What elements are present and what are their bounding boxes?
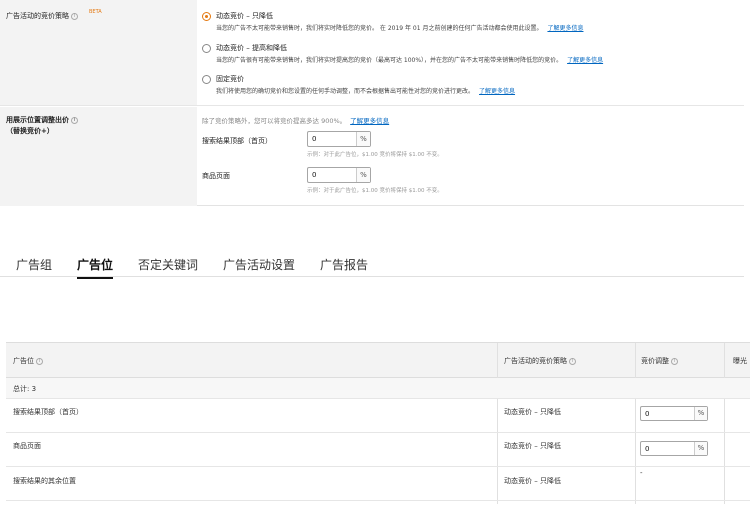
- placement-adjust-label-cell: 用展示位置调整出价 i （替换竞价+）: [0, 107, 197, 206]
- bidding-strategy-label-cell: 广告活动的竞价策略 i BETA: [0, 0, 197, 105]
- option-desc-text: 当您的广告很有可能带来销售时，我们将实时提高您的竞价（最高可达 100%），并在…: [216, 57, 563, 64]
- product-pages-label: 商品页面: [202, 172, 230, 180]
- bidding-strategy-row: 广告活动的竞价策略 i BETA 动态竞价 – 只降低 当您的广告不太可能带来销售…: [0, 0, 744, 106]
- bid-adjust-input[interactable]: 0 %: [640, 406, 708, 421]
- column-header-impressions[interactable]: 曝光: [733, 356, 747, 366]
- bidding-strategy-label: 广告活动的竞价策略 i: [6, 11, 78, 21]
- column-header-text: 竞价调整: [641, 357, 669, 365]
- placement-adjust-row: 用展示位置调整出价 i （替换竞价+） 除了竞价策略外，您可以将竞价提高多达 90…: [0, 107, 744, 206]
- option-title: 动态竞价 – 只降低: [216, 12, 273, 20]
- product-pages-percent-input[interactable]: 0 %: [307, 167, 371, 183]
- tab-placements[interactable]: 广告位: [77, 256, 114, 279]
- radio-fixed-bid[interactable]: [202, 75, 211, 84]
- column-header-text: 广告位: [13, 357, 34, 365]
- top-of-search-label: 搜索结果顶部（首页）: [202, 137, 272, 145]
- placement-table: 广告位 i 广告活动的竞价策略 i 竞价调整 i 曝光 总计: 3 搜索结果顶部（首页…: [6, 342, 750, 504]
- table-header: 广告位 i 广告活动的竞价策略 i 竞价调整 i 曝光: [6, 343, 750, 378]
- percent-suffix: %: [694, 407, 707, 420]
- option-title: 动态竞价 – 提高和降低: [216, 44, 287, 52]
- table-row: 商品页面 动态竞价 – 只降低 0 %: [6, 433, 750, 467]
- option-title: 固定竞价: [216, 75, 244, 83]
- tab-ad-reports[interactable]: 广告报告: [320, 256, 368, 273]
- bidding-settings-panel: 广告活动的竞价策略 i BETA 动态竞价 – 只降低 当您的广告不太可能带来销售…: [0, 0, 744, 206]
- table-total-row: 总计: 3: [6, 378, 750, 399]
- radio-dynamic-down-only[interactable]: [202, 12, 211, 21]
- placement-adjust-help: 除了竞价策略外，您可以将竞价提高多达 900%。 了解更多信息: [202, 115, 389, 125]
- bidding-strategy-label-text: 广告活动的竞价策略: [6, 12, 69, 20]
- product-pages-example: 示例：对于此广告位，$1.00 竞价将保持 $1.00 不变。: [307, 188, 443, 194]
- column-header-text: 广告活动的竞价策略: [504, 357, 567, 365]
- info-icon[interactable]: i: [71, 116, 78, 124]
- table-row: 搜索结果顶部（首页） 动态竞价 – 只降低 0 %: [6, 399, 750, 433]
- campaign-tabs: 广告组 广告位 否定关键词 广告活动设置 广告报告: [0, 252, 744, 279]
- option-desc-text: 当您的广告不太可能带来销售时，我们将实时降低您的竞价。 在 2019 年 01 …: [216, 25, 543, 32]
- input-value: 0: [312, 135, 317, 143]
- tab-ad-groups[interactable]: 广告组: [16, 256, 52, 273]
- percent-suffix: %: [694, 442, 707, 455]
- placement-strategy: 动态竞价 – 只降低: [504, 408, 561, 416]
- placement-name: 搜索结果顶部（首页）: [13, 408, 83, 416]
- column-header-strategy[interactable]: 广告活动的竞价策略 i: [504, 356, 576, 366]
- input-value: 0: [312, 171, 317, 179]
- bid-adjust-input[interactable]: 0 %: [640, 441, 708, 456]
- column-header-placement[interactable]: 广告位 i: [13, 356, 43, 366]
- learn-more-link[interactable]: 了解更多信息: [547, 25, 583, 32]
- placement-strategy: 动态竞价 – 只降低: [504, 442, 561, 450]
- radio-dynamic-up-down[interactable]: [202, 44, 211, 53]
- column-header-bid-adjust[interactable]: 竞价调整 i: [641, 356, 678, 366]
- placement-name: 搜索结果的其余位置: [13, 477, 76, 485]
- placement-adjust-label: 用展示位置调整出价 i: [6, 115, 78, 125]
- placement-adjust-sublabel: （替换竞价+）: [6, 127, 54, 135]
- info-icon[interactable]: i: [569, 357, 576, 365]
- placement-adjust-label-text: 用展示位置调整出价: [6, 116, 69, 124]
- top-of-search-percent-input[interactable]: 0 %: [307, 131, 371, 147]
- percent-suffix: %: [356, 168, 370, 182]
- input-value: 0: [645, 445, 650, 453]
- option-desc-text: 我们将使用您的确切竞价和您设置的任何手动调整，而不会根据售出可能性对您的竞价进行…: [216, 88, 475, 95]
- info-icon[interactable]: i: [36, 357, 43, 365]
- placement-adjust-help-text: 除了竞价策略外，您可以将竞价提高多达 900%。: [202, 117, 347, 125]
- total-count: 总计: 3: [13, 385, 37, 393]
- table-row: 搜索结果的其余位置 动态竞价 – 只降低 -: [6, 467, 750, 501]
- info-icon[interactable]: i: [671, 357, 678, 365]
- placement-name: 商品页面: [13, 442, 41, 450]
- learn-more-link[interactable]: 了解更多信息: [479, 88, 515, 95]
- bid-adjust-value: -: [640, 469, 643, 477]
- info-icon[interactable]: i: [71, 12, 78, 20]
- learn-more-link[interactable]: 了解更多信息: [350, 117, 389, 125]
- top-of-search-example: 示例：对于此广告位，$1.00 竞价将保持 $1.00 不变。: [307, 152, 443, 158]
- option-desc: 当您的广告不太可能带来销售时，我们将实时降低您的竞价。 在 2019 年 01 …: [216, 23, 583, 32]
- option-desc: 我们将使用您的确切竞价和您设置的任何手动调整，而不会根据售出可能性对您的竞价进行…: [216, 86, 515, 95]
- placement-strategy: 动态竞价 – 只降低: [504, 477, 561, 485]
- beta-badge: BETA: [89, 9, 102, 15]
- percent-suffix: %: [356, 132, 370, 146]
- learn-more-link[interactable]: 了解更多信息: [567, 57, 603, 64]
- tab-campaign-settings[interactable]: 广告活动设置: [223, 256, 295, 273]
- tab-negative-keywords[interactable]: 否定关键词: [138, 256, 198, 273]
- input-value: 0: [645, 410, 650, 418]
- option-desc: 当您的广告很有可能带来销售时，我们将实时提高您的竞价（最高可达 100%），并在…: [216, 55, 603, 64]
